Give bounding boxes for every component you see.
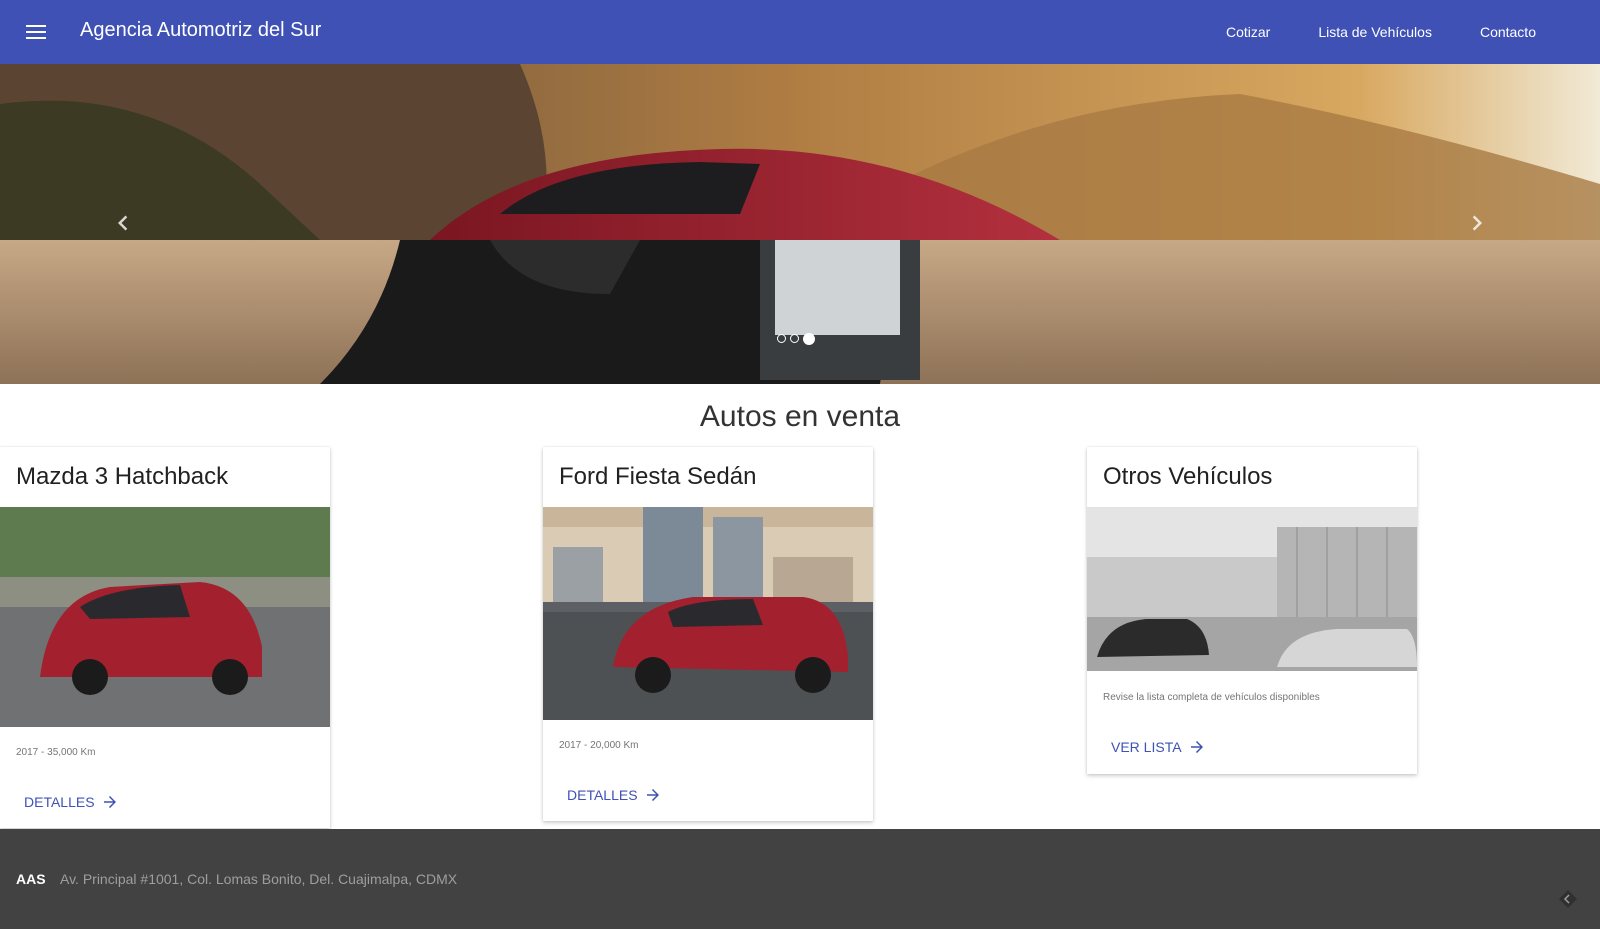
diamond-badge-icon: [1559, 890, 1577, 908]
car-image-mazda: [0, 507, 330, 727]
details-button-mazda[interactable]: DETALLES: [8, 787, 135, 817]
details-button-ford[interactable]: DETALLES: [551, 780, 678, 810]
card-text: 2017 - 35,000 Km: [16, 747, 96, 758]
top-nav: Cotizar Lista de Vehículos Contacto: [1202, 0, 1560, 64]
nav-link-lista-vehiculos[interactable]: Lista de Vehículos: [1294, 0, 1456, 64]
card-text: 2017 - 20,000 Km: [559, 740, 639, 751]
card-title: Otros Vehículos: [1103, 463, 1273, 490]
app-title: Agencia Automotriz del Sur: [80, 19, 322, 41]
card-text: Revise la lista completa de vehículos di…: [1103, 692, 1320, 703]
car-card-mazda: Mazda 3 Hatchback 2017 - 35,000 Km DETAL…: [0, 447, 330, 828]
car-card-ford: Ford Fiesta Sedán 2017 - 20,000 Km DETAL…: [543, 447, 873, 821]
app-header: Agencia Automotriz del Sur Cotizar Lista…: [0, 0, 1600, 64]
carousel-indicators: [777, 333, 815, 345]
car-image-ford: [543, 507, 873, 720]
footer: AAS Av. Principal #1001, Col. Lomas Boni…: [0, 829, 1600, 929]
arrow-forward-icon: [103, 796, 116, 808]
arrow-forward-icon: [646, 789, 659, 801]
action-label: DETALLES: [24, 794, 95, 810]
carousel-dot-2[interactable]: [790, 334, 799, 343]
carousel-dot-3[interactable]: [803, 333, 815, 345]
card-title: Mazda 3 Hatchback: [16, 463, 229, 490]
action-label: VER LISTA: [1111, 739, 1182, 755]
nav-link-cotizar[interactable]: Cotizar: [1202, 0, 1294, 64]
footer-address: Av. Principal #1001, Col. Lomas Bonito, …: [60, 871, 458, 887]
chevron-left-icon[interactable]: [108, 208, 138, 238]
action-label: DETALLES: [567, 787, 638, 803]
carousel-dot-1[interactable]: [777, 334, 786, 343]
chevron-right-icon[interactable]: [1462, 208, 1492, 238]
hero-carousel: [0, 64, 1600, 384]
card-title: Ford Fiesta Sedán: [559, 463, 757, 490]
footer-logo: AAS: [16, 871, 46, 887]
menu-icon[interactable]: [24, 20, 48, 44]
nav-link-contacto[interactable]: Contacto: [1456, 0, 1560, 64]
showroom-image: [1087, 507, 1417, 671]
view-list-button[interactable]: VER LISTA: [1095, 732, 1222, 762]
section-title: Autos en venta: [699, 400, 901, 433]
arrow-forward-icon: [1190, 741, 1203, 753]
car-card-otros: Otros Vehículos Revise la lista completa…: [1087, 447, 1417, 774]
